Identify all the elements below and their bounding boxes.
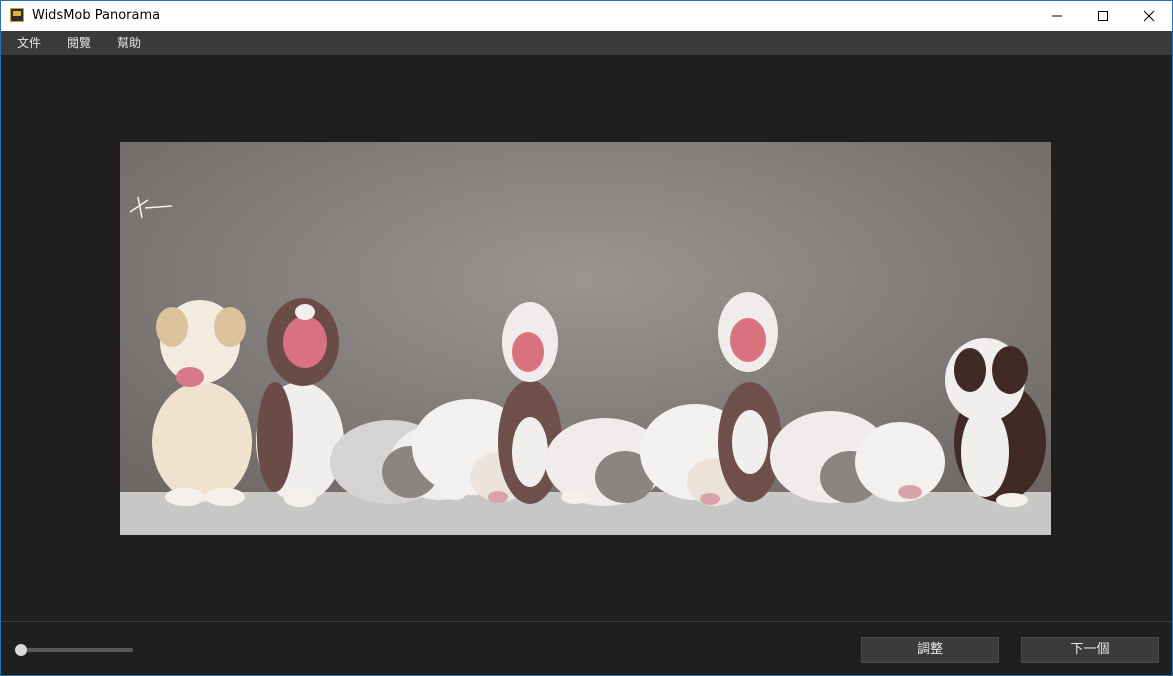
menu-help[interactable]: 幫助 bbox=[117, 36, 141, 50]
adjust-button[interactable]: 調整 bbox=[861, 637, 999, 663]
panorama-image bbox=[120, 142, 1051, 535]
zoom-slider-thumb[interactable] bbox=[15, 644, 28, 656]
next-button[interactable]: 下一個 bbox=[1021, 637, 1159, 663]
minimize-icon bbox=[1052, 15, 1062, 17]
maximize-button[interactable] bbox=[1080, 1, 1126, 31]
bottom-toolbar: 調整 下一個 bbox=[1, 621, 1172, 675]
menu-view[interactable]: 閱覽 bbox=[67, 36, 91, 50]
title-bar[interactable]: WidsMob Panorama bbox=[1, 1, 1172, 31]
preview-canvas bbox=[1, 55, 1172, 621]
window-title: WidsMob Panorama bbox=[32, 8, 161, 23]
zoom-slider[interactable] bbox=[15, 644, 133, 656]
menu-bar: 文件 閱覽 幫助 bbox=[1, 31, 1172, 55]
maximize-icon bbox=[1098, 11, 1108, 21]
minimize-button[interactable] bbox=[1034, 1, 1080, 31]
puppy bbox=[256, 298, 344, 507]
app-icon bbox=[10, 8, 24, 22]
close-icon bbox=[1143, 10, 1155, 22]
app-window: WidsMob Panorama 文件 閱覽 幫助 調整 下一個 bbox=[0, 0, 1173, 676]
puppies-photo bbox=[120, 142, 1051, 535]
puppy bbox=[152, 300, 252, 506]
close-button[interactable] bbox=[1126, 1, 1172, 31]
menu-file[interactable]: 文件 bbox=[17, 36, 41, 50]
